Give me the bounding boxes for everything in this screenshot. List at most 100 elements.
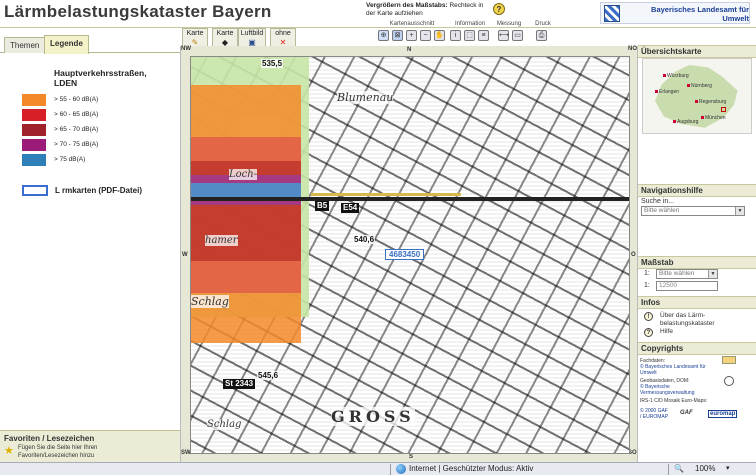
- pdf-outline-swatch: [22, 185, 48, 196]
- copyright-fachdaten: Fachdaten: © Bayerisches Landesamt für U…: [640, 358, 706, 376]
- chevron-down-icon[interactable]: ▾: [726, 463, 730, 475]
- legend-label: > 60 - 65 dB(A): [54, 111, 99, 118]
- copyright-gaf: © 2000 GAF / EUROMAP: [640, 408, 669, 420]
- info-query-icon[interactable]: i: [450, 30, 461, 41]
- group-label-kartenausschnitt: Kartenausschnitt: [389, 21, 435, 27]
- city-label: Erlangen: [655, 89, 679, 95]
- place-label-schlag: Schlag: [191, 295, 229, 308]
- place-label-gross: GROSS: [331, 407, 415, 426]
- legend-item: > 75 dB(A): [22, 154, 172, 167]
- favorites-text[interactable]: Fügen Sie die Seite hier Ihren Favoriten…: [18, 445, 118, 460]
- coordinate-marker[interactable]: 4683450: [385, 249, 425, 260]
- pan-n-button[interactable]: N: [407, 47, 411, 53]
- zoom-icon[interactable]: 🔍: [674, 463, 684, 475]
- info-help-link[interactable]: ? Hilfe: [644, 328, 752, 339]
- legend-item: > 60 - 65 dB(A): [22, 109, 172, 122]
- city-label: Nürnberg: [687, 83, 712, 89]
- print-icon[interactable]: ⎙: [536, 30, 547, 41]
- pan-nw-button[interactable]: NW: [181, 46, 191, 52]
- tab-karte-1[interactable]: Karte ✎: [182, 28, 208, 48]
- info-select-icon[interactable]: ⬚: [464, 30, 475, 41]
- search-select[interactable]: Bitte wählen ▼: [641, 206, 745, 216]
- pdf-label: L rmkarten (PDF-Datei): [55, 186, 142, 195]
- map-canvas[interactable]: B5 E54 Blumenau Loch- hamer Schlag Schla…: [190, 56, 630, 454]
- legend-swatch: [22, 124, 46, 136]
- overview-extent-marker: [721, 107, 726, 112]
- city-label: Würzburg: [663, 73, 689, 79]
- zoom-level[interactable]: 100%: [695, 463, 715, 475]
- chevron-down-icon: ▼: [708, 270, 717, 278]
- elevation-label: 535,5: [261, 59, 284, 68]
- map-frame: NW N NO W O SW S SO B5 E54 Blumenau Loch…: [180, 46, 638, 462]
- road-highlight: [311, 193, 461, 196]
- legend-item: > 55 - 60 dB(A): [22, 94, 172, 107]
- tab-themen[interactable]: Themen: [4, 37, 46, 53]
- city-label: Augsburg: [673, 119, 698, 125]
- legend-label: > 70 - 75 dB(A): [54, 141, 99, 148]
- pan-no-button[interactable]: NO: [628, 46, 637, 52]
- legend-swatch: [22, 139, 46, 151]
- euromap-logo: euromap: [708, 410, 738, 418]
- elevation-label: 545,6: [257, 371, 280, 380]
- browser-status-bar: Internet | Geschützter Modus: Aktiv 🔍 10…: [0, 462, 756, 475]
- group-label-druck: Druck: [535, 21, 551, 27]
- zoom-rect-icon[interactable]: ⊠: [392, 30, 403, 41]
- city-label: Regensburg: [695, 99, 726, 105]
- tool-hint-bold: Vergrößern des Maßstabs:: [366, 2, 448, 9]
- chevron-down-icon: ▼: [735, 207, 744, 215]
- star-icon[interactable]: ★: [4, 444, 14, 457]
- overview-title: Übersichtskarte: [638, 45, 756, 58]
- scale-prefix: 1:: [644, 270, 650, 277]
- overview-map[interactable]: Würzburg Nürnberg Erlangen Regensburg Mü…: [642, 58, 752, 134]
- group-label-information: Information: [454, 21, 485, 27]
- legend-label: > 65 - 70 dB(A): [54, 126, 99, 133]
- scale-select[interactable]: Bitte wählen ▼: [656, 269, 718, 279]
- copyright-geobasis: Geobasisdaten, DOM: © Bayerische Vermess…: [640, 378, 695, 396]
- place-label-blumenau: Blumenau: [337, 91, 394, 104]
- pan-o-button[interactable]: O: [631, 252, 636, 258]
- city-label: München: [701, 115, 726, 121]
- pan-s-button[interactable]: S: [409, 454, 413, 460]
- scale-input[interactable]: 12500: [656, 281, 718, 291]
- left-panel: Themen Legende Hauptverkehrsstraßen, LDE…: [0, 28, 180, 430]
- pan-north-icon[interactable]: ⊕: [378, 30, 389, 41]
- zoom-out-icon[interactable]: −: [420, 30, 431, 41]
- pan-w-button[interactable]: W: [182, 252, 188, 258]
- measure-distance-icon[interactable]: ⟷: [498, 30, 509, 41]
- road-label-b5: B5: [315, 201, 330, 211]
- tab-legende[interactable]: Legende: [44, 35, 89, 54]
- tab-karte-2[interactable]: Karte ◆: [212, 28, 238, 48]
- right-panel: Übersichtskarte Würzburg Nürnberg Erlang…: [638, 42, 756, 462]
- tool-hint: Vergrößern des Maßstabs: Rechteck in der…: [366, 2, 490, 18]
- pan-hand-icon[interactable]: ✋: [434, 30, 445, 41]
- info-title: Infos: [638, 296, 756, 309]
- help-icon[interactable]: ?: [493, 3, 505, 15]
- gaf-logo: GAF: [680, 410, 693, 416]
- agency-name: Bayerisches Landesamt für Umwelt: [651, 5, 749, 23]
- legend-item: > 65 - 70 dB(A): [22, 124, 172, 137]
- tab-luftbild[interactable]: Luftbild ▣: [238, 28, 266, 48]
- status-zone-text: Internet | Geschützter Modus: Aktiv: [409, 464, 534, 473]
- legend-title: Hauptverkehrsstraßen, LDEN: [54, 68, 147, 88]
- info-about-link[interactable]: ! Über das Lärm-belastungskataster: [644, 312, 752, 327]
- road-label-e54: E54: [341, 203, 360, 213]
- legend-item: > 70 - 75 dB(A): [22, 139, 172, 152]
- left-tabs: Themen Legende: [0, 33, 180, 54]
- vermessung-logo: [724, 376, 734, 386]
- favorites-title: Favoriten / Lesezeichen: [4, 434, 95, 443]
- zoom-in-icon[interactable]: +: [406, 30, 417, 41]
- lfu-logo: [722, 356, 736, 364]
- group-label-messung: Messung: [496, 21, 522, 27]
- elevation-label: 540,6: [353, 235, 376, 244]
- noise-band-75: [191, 183, 301, 197]
- legend-label: > 55 - 60 dB(A): [54, 96, 99, 103]
- favorites-panel: Favoriten / Lesezeichen ★ Fügen Sie die …: [0, 430, 180, 462]
- info-list-icon[interactable]: ≡: [478, 30, 489, 41]
- tab-ohne[interactable]: ohne ✕: [270, 28, 296, 48]
- legend-label: > 75 dB(A): [54, 156, 86, 163]
- legend-swatch: [22, 94, 46, 106]
- navigation-title: Navigationshilfe: [638, 184, 756, 197]
- search-label: Suche in...: [641, 198, 675, 205]
- measure-area-icon[interactable]: ▭: [512, 30, 523, 41]
- legend-pdf-link[interactable]: L rmkarten (PDF-Datei): [22, 185, 182, 199]
